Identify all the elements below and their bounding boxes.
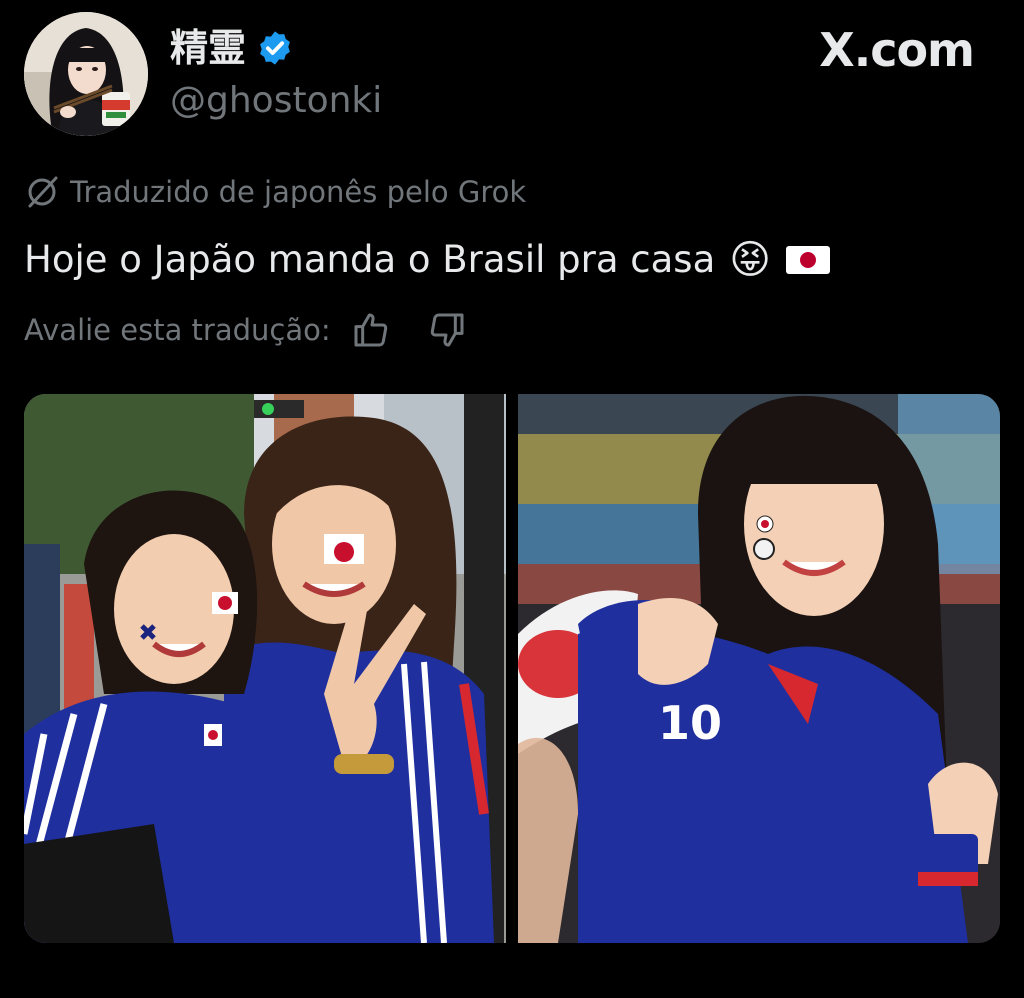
thumbs-up-button[interactable] xyxy=(349,308,393,352)
avatar[interactable] xyxy=(24,12,148,136)
photo-two-fans-street-icon xyxy=(24,394,506,943)
author-name-row: 精霊 xyxy=(170,24,294,72)
author-display-name[interactable]: 精霊 xyxy=(170,24,246,72)
avatar-photo-icon xyxy=(24,12,148,136)
verified-badge-icon xyxy=(260,31,290,65)
japan-flag-icon xyxy=(785,246,830,274)
media-grid: 10 xyxy=(24,394,1000,943)
grok-icon xyxy=(28,176,58,208)
photo-fan-stadium[interactable]: 10 xyxy=(518,394,1000,943)
thumbs-up-icon xyxy=(354,313,387,347)
author-handle[interactable]: @ghostonki xyxy=(170,78,382,124)
tweet-body: Hoje o Japão manda o Brasil pra casa 😝 xyxy=(24,232,831,288)
x-brand-watermark: X.com xyxy=(819,23,975,77)
translation-rating: Avalie esta tradução: xyxy=(24,308,469,352)
thumbs-down-button[interactable] xyxy=(425,308,469,352)
photo-fan-stadium-icon: 10 xyxy=(518,394,1000,943)
photo-two-fans[interactable] xyxy=(24,394,506,943)
svg-text:10: 10 xyxy=(658,696,722,750)
rating-label: Avalie esta tradução: xyxy=(24,313,331,347)
translation-notice: Traduzido de japonês pelo Grok xyxy=(24,172,526,212)
squinting-tongue-emoji: 😝 xyxy=(729,237,771,283)
thumbs-down-icon xyxy=(430,313,464,347)
translation-label: Traduzido de japonês pelo Grok xyxy=(70,175,527,209)
tweet-card: 精霊 @ghostonki X.com Traduzido de japonês… xyxy=(0,0,1024,998)
tweet-text: Hoje o Japão manda o Brasil pra casa xyxy=(24,238,716,281)
